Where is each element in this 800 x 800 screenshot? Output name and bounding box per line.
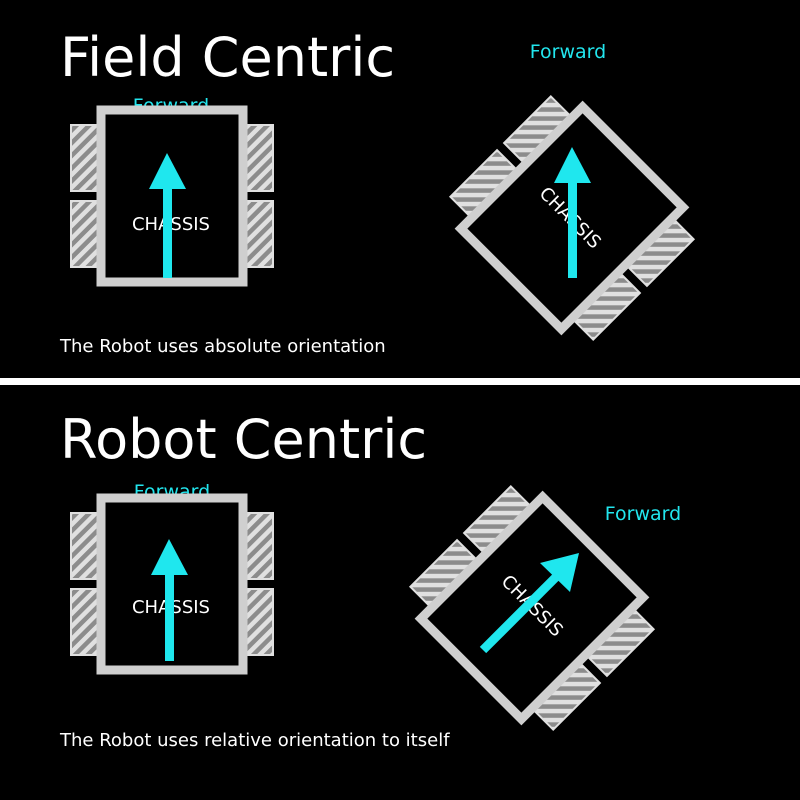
field-centric-caption: The Robot uses absolute orientation <box>59 336 386 357</box>
forward-label: Forward <box>605 503 681 525</box>
orientation-diagram: Field Centric Forward CHASSIS Forward CH… <box>0 0 800 800</box>
field-centric-panel: Field Centric Forward CHASSIS Forward CH… <box>59 26 704 357</box>
robot-rotated-robot: Forward CHASSIS <box>400 476 681 740</box>
robot-centric-panel: Robot Centric Forward CHASSIS Forward CH… <box>59 408 681 751</box>
field-centric-title: Field Centric <box>60 26 395 89</box>
field-rotated-robot: Forward CHASSIS <box>440 41 704 350</box>
forward-label: Forward <box>530 41 606 63</box>
section-divider <box>0 378 800 385</box>
robot-centric-title: Robot Centric <box>60 408 427 471</box>
field-upright-robot: Forward CHASSIS <box>71 95 273 282</box>
robot-centric-caption: The Robot uses relative orientation to i… <box>59 730 450 751</box>
robot-upright-robot: Forward CHASSIS <box>71 481 273 670</box>
diagram-canvas: Field Centric Forward CHASSIS Forward CH… <box>0 26 800 751</box>
